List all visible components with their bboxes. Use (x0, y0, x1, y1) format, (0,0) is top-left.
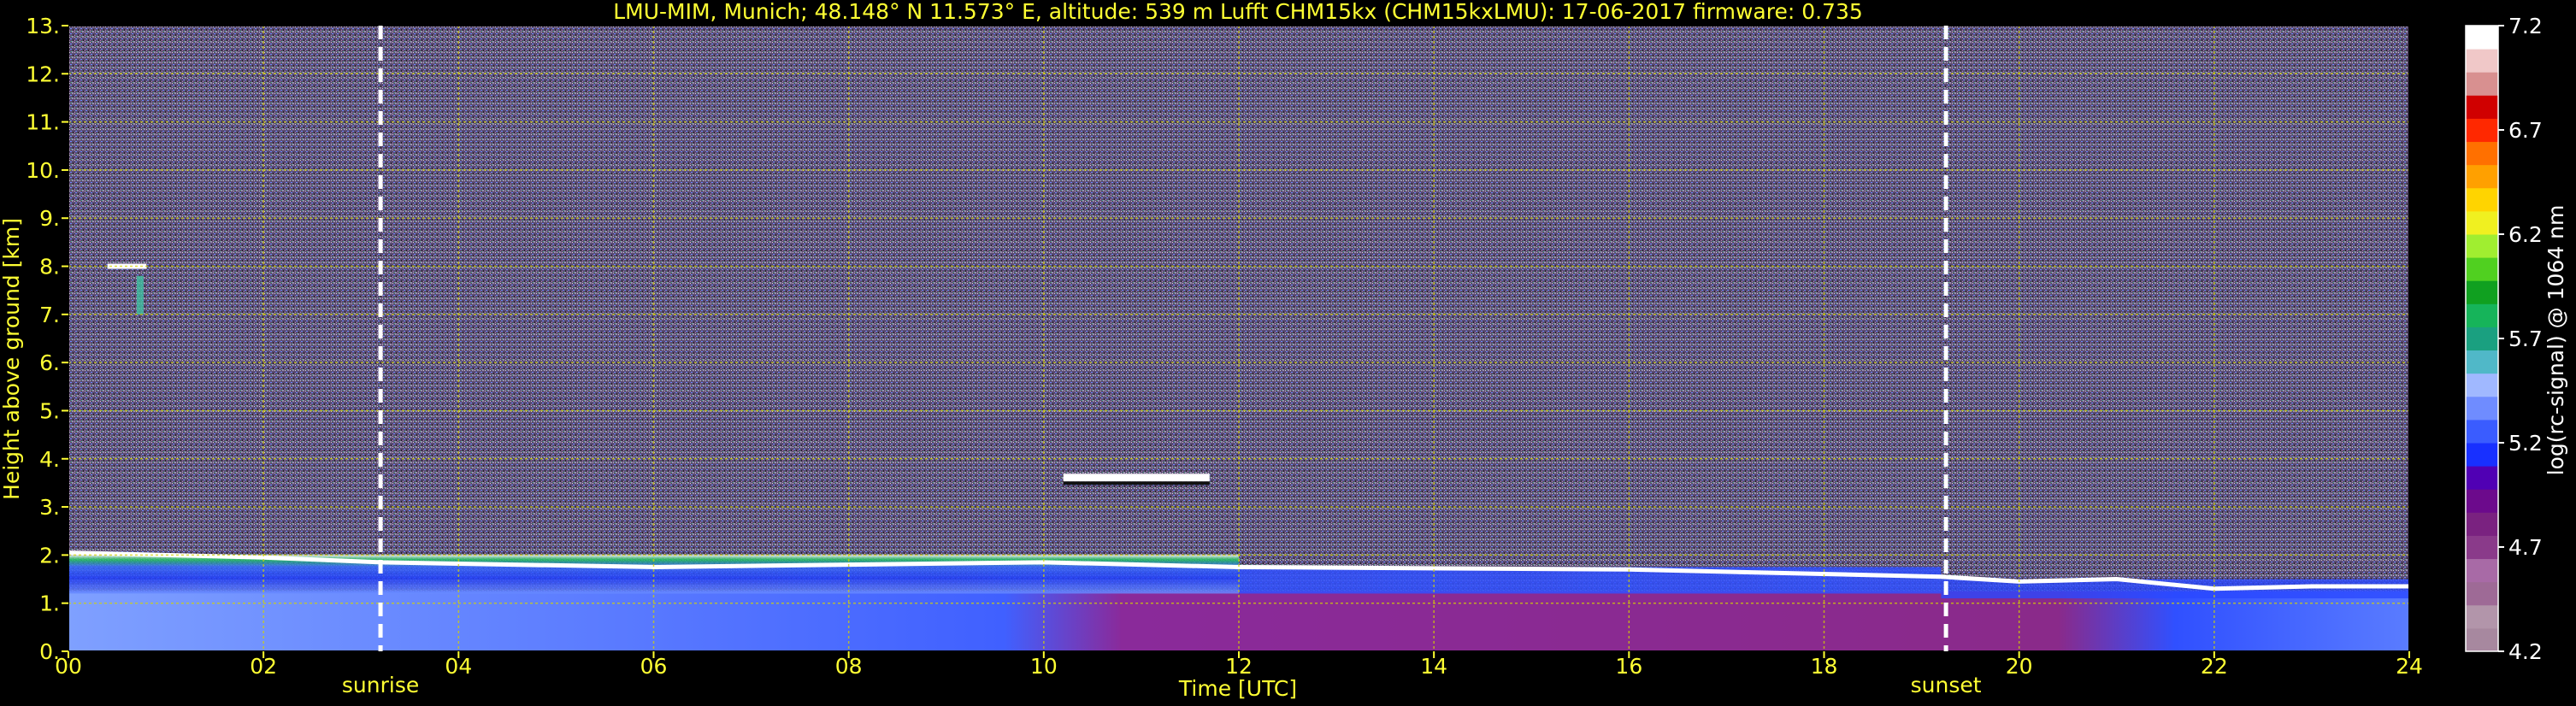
colorbar-tick-label: 5.2 (2508, 431, 2543, 456)
colorbar-segment (2466, 558, 2498, 583)
colorbar-tick-label: 5.7 (2508, 327, 2543, 351)
colorbar-segment (2466, 49, 2498, 73)
colorbar-segment (2466, 26, 2498, 50)
y-tick-label: 4. (39, 447, 60, 472)
x-tick-label: 14 (1420, 654, 1447, 679)
colorbar-segment (2466, 535, 2498, 560)
y-tick-label: 5. (39, 398, 60, 423)
colorbar-segment (2466, 72, 2498, 96)
x-tick-label: 16 (1615, 654, 1642, 679)
colorbar-segment (2466, 350, 2498, 374)
x-tick-label: 04 (445, 654, 472, 679)
y-tick-label: 7. (39, 303, 60, 327)
colorbar-tick-label: 6.7 (2508, 118, 2543, 143)
colorbar-segment (2466, 419, 2498, 444)
colorbar-segment (2466, 604, 2498, 629)
colorbar-segment (2466, 280, 2498, 304)
y-tick-label: 10. (26, 158, 60, 183)
x-axis-label: Time [UTC] (1178, 676, 1297, 701)
x-tick-label: 06 (640, 654, 668, 679)
colorbar-segment (2466, 373, 2498, 397)
colorbar-segment (2466, 512, 2498, 536)
colorbar-segment (2466, 466, 2498, 490)
colorbar (2465, 25, 2499, 652)
ceilometer-chart: 0.1.2.3.4.5.6.7.8.9.10.11.12.13. 00 02 04 0… (0, 0, 2568, 701)
colorbar-segment (2466, 95, 2498, 119)
colorbar-segment (2466, 327, 2498, 351)
y-tick-label: 2. (39, 543, 60, 568)
colorbar-segment (2466, 118, 2498, 143)
y-tick-label: 12. (26, 62, 60, 86)
x-tick-label: 24 (2396, 654, 2423, 679)
y-tick-label: 9. (39, 206, 60, 231)
y-tick-label: 1. (39, 591, 60, 616)
y-axis-ticks: 0.1.2.3.4.5.6.7.8.9.10.11.12.13. (26, 14, 68, 664)
colorbar-tick-label: 7.2 (2508, 14, 2543, 38)
cloud-layer-shadow (1063, 481, 1210, 485)
colorbar-segment (2466, 234, 2498, 258)
plot-area (68, 25, 2410, 652)
marker-label-sunset: sunset (1911, 673, 1982, 697)
y-tick-label: 11. (26, 110, 60, 135)
y-tick-label: 13. (26, 14, 60, 38)
x-tick-label: 22 (2201, 654, 2228, 679)
x-tick-label: 18 (1811, 654, 1838, 679)
x-tick-label: 00 (55, 654, 82, 679)
x-tick-label: 10 (1030, 654, 1058, 679)
colorbar-segment (2466, 627, 2498, 652)
colorbar-segment (2466, 396, 2498, 421)
x-tick-label: 12 (1225, 654, 1253, 679)
y-tick-label: 8. (39, 255, 60, 279)
colorbar-label: log(rc-signal) @ 1064 nm (2544, 205, 2568, 476)
colorbar-segment (2466, 257, 2498, 281)
cloud-layer (1063, 474, 1210, 482)
y-tick-label: 3. (39, 495, 60, 520)
colorbar-segment (2466, 164, 2498, 189)
y-axis-label: Height above ground [km] (0, 218, 24, 500)
colorbar-tick-label: 6.2 (2508, 222, 2543, 247)
colorbar-segment (2466, 187, 2498, 212)
colorbar-segment (2466, 303, 2498, 327)
marker-label-sunrise: sunrise (342, 673, 419, 697)
colorbar-tick-label: 4.7 (2508, 535, 2543, 560)
colorbar-segment (2466, 581, 2498, 606)
colorbar-ticks: 4.2 4.7 5.2 5.7 6.2 6.7 7.2 (2498, 14, 2543, 664)
colorbar-tick-label: 4.2 (2508, 639, 2543, 664)
colorbar-segment (2466, 210, 2498, 235)
colorbar-segment (2466, 489, 2498, 513)
x-tick-label: 08 (835, 654, 863, 679)
colorbar-segment (2466, 443, 2498, 467)
colorbar-segment (2466, 141, 2498, 166)
x-tick-label: 20 (2006, 654, 2033, 679)
elevated-aerosol-trail (136, 275, 144, 315)
y-tick-label: 6. (39, 350, 60, 375)
x-tick-label: 02 (250, 654, 277, 679)
chart-title: LMU-MIM, Munich; 48.148° N 11.573° E, al… (613, 0, 1863, 24)
